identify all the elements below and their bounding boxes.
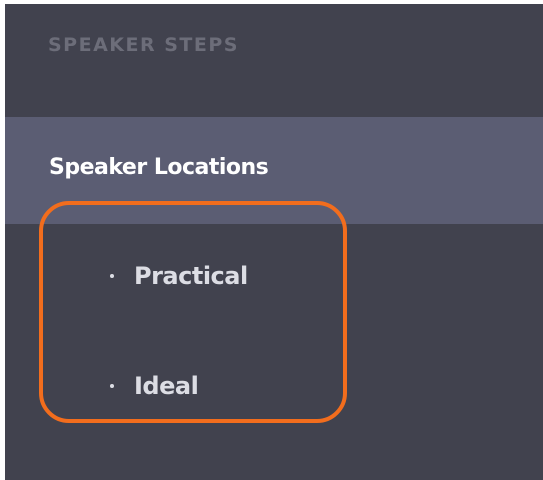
nav-subitem-practical[interactable]: Practical — [100, 256, 248, 296]
sidebar-panel: SPEAKER STEPS Speaker Locations Practica… — [5, 4, 543, 480]
section-header: SPEAKER STEPS — [48, 34, 239, 56]
nav-subitem-label: Practical — [134, 262, 248, 290]
bullet-icon — [110, 274, 114, 278]
nav-item-speaker-locations[interactable]: Speaker Locations — [5, 117, 543, 224]
nav-item-label: Speaker Locations — [49, 155, 269, 180]
nav-subitem-label: Ideal — [134, 372, 199, 400]
bullet-icon — [110, 384, 114, 388]
nav-subitem-ideal[interactable]: Ideal — [100, 366, 199, 406]
